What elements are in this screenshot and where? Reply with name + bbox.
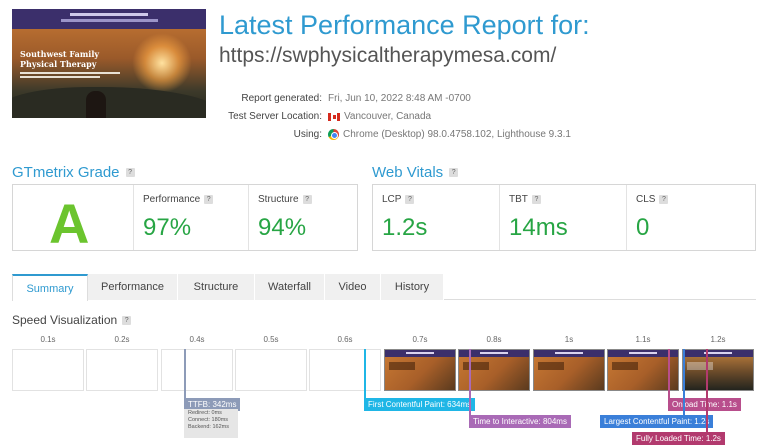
report-tabs: Summary Performance Structure Waterfall …: [12, 274, 756, 301]
gtmetrix-grade-heading: GTmetrix Grade ?: [12, 164, 135, 181]
tbt-value: 14ms: [509, 214, 568, 241]
web-vitals-panel: LCP? 1.2s TBT? 14ms CLS? 0: [372, 184, 756, 251]
meta-value: Fri, Jun 10, 2022 8:48 AM -0700: [328, 93, 471, 104]
tab-performance[interactable]: Performance: [88, 274, 178, 300]
filmstrip-frame[interactable]: [309, 349, 381, 391]
gtmetrix-grade-panel: A Performance? 97% Structure? 94%: [12, 184, 358, 255]
canada-flag-icon: [328, 112, 340, 121]
thumbnail-headline: Southwest Family Physical Therapy: [20, 49, 100, 69]
fcp-marker-line: [364, 349, 366, 399]
meta-label: Using:: [293, 129, 322, 140]
onload-marker-line: [668, 349, 670, 399]
meta-value: Vancouver, Canada: [344, 111, 432, 122]
tab-video[interactable]: Video: [325, 274, 381, 300]
help-icon[interactable]: ?: [449, 168, 459, 177]
tti-marker-line: [469, 349, 471, 416]
timeline-ticks: 0.1s 0.2s 0.4s 0.5s 0.6s 0.7s 0.8s 1s 1.…: [12, 335, 756, 347]
timeline-tick: 1.2s: [710, 335, 726, 344]
tti-marker[interactable]: Time to Interactive: 804ms: [469, 415, 571, 428]
structure-label: Structure: [258, 194, 299, 205]
performance-label: Performance: [143, 194, 201, 205]
ttfb-breakdown: Redirect: 0ms Connect: 180ms Backend: 16…: [184, 409, 238, 438]
timeline-tick: 0.1s: [40, 335, 56, 344]
structure-cell: Structure? 94%: [249, 185, 357, 250]
timeline-tick: 0.8s: [486, 335, 502, 344]
filmstrip-frame[interactable]: [384, 349, 456, 391]
ttfb-marker-line: [184, 349, 186, 399]
filmstrip-frame[interactable]: [161, 349, 233, 391]
filmstrip-frame[interactable]: [86, 349, 158, 391]
timeline-tick: 0.2s: [114, 335, 130, 344]
help-icon[interactable]: ?: [659, 195, 669, 204]
timeline-tick: 0.6s: [337, 335, 353, 344]
help-icon[interactable]: ?: [125, 168, 135, 177]
lcp-label: LCP: [382, 194, 402, 205]
timeline-tick: 0.4s: [189, 335, 205, 344]
timeline-tick: 1.1s: [635, 335, 651, 344]
thumbnail-person: [86, 91, 106, 118]
meta-label: Test Server Location:: [228, 111, 322, 122]
filmstrip-frame[interactable]: [682, 349, 754, 391]
timeline-tick: 0.5s: [263, 335, 279, 344]
web-vitals-heading: Web Vitals ?: [372, 164, 459, 181]
cls-label: CLS: [636, 194, 656, 205]
lcp-cell: LCP? 1.2s: [373, 185, 500, 250]
cls-value: 0: [636, 214, 650, 241]
filmstrip-frame[interactable]: [235, 349, 307, 391]
lcp-marker[interactable]: Largest Contentful Paint: 1.2s: [600, 415, 714, 428]
fully-loaded-marker-line: [706, 349, 708, 433]
page-title: Latest Performance Report for:: [219, 10, 590, 40]
filmstrip: [12, 349, 756, 391]
tab-history[interactable]: History: [381, 274, 444, 300]
tbt-cell: TBT? 14ms: [500, 185, 627, 250]
help-icon[interactable]: ?: [405, 195, 415, 204]
structure-value: 94%: [258, 214, 307, 241]
grade-letter: A: [49, 192, 90, 255]
chrome-icon: [328, 129, 339, 140]
lcp-value: 1.2s: [382, 214, 428, 241]
lcp-marker-line: [683, 349, 685, 416]
tab-structure[interactable]: Structure: [178, 274, 255, 300]
filmstrip-frame[interactable]: [12, 349, 84, 391]
tab-summary[interactable]: Summary: [12, 274, 88, 301]
performance-cell: Performance? 97%: [134, 185, 249, 250]
meta-label: Report generated:: [241, 93, 322, 104]
help-icon[interactable]: ?: [122, 315, 132, 325]
site-thumbnail: Southwest Family Physical Therapy: [12, 9, 206, 118]
grade-cell: A: [13, 185, 134, 255]
meta-value: Chrome (Desktop) 98.0.4758.102, Lighthou…: [343, 129, 571, 140]
thumbnail-nav: [12, 9, 206, 29]
fcp-marker[interactable]: First Contentful Paint: 634ms: [364, 398, 476, 411]
timeline-tick: 0.7s: [412, 335, 428, 344]
help-icon[interactable]: ?: [531, 195, 541, 204]
tbt-label: TBT: [509, 194, 528, 205]
help-icon[interactable]: ?: [302, 195, 312, 204]
tab-waterfall[interactable]: Waterfall: [255, 274, 325, 300]
help-icon[interactable]: ?: [204, 195, 214, 204]
filmstrip-frame[interactable]: [533, 349, 605, 391]
speed-visualization-heading: Speed Visualization ?: [12, 313, 132, 327]
cls-cell: CLS? 0: [627, 185, 755, 250]
timeline-tick: 1s: [564, 335, 574, 344]
onload-marker[interactable]: Onload Time: 1.1s: [668, 398, 741, 411]
fully-loaded-marker[interactable]: Fully Loaded Time: 1.2s: [632, 432, 725, 445]
report-url[interactable]: https://swphysicaltherapymesa.com/: [219, 44, 556, 68]
performance-value: 97%: [143, 214, 192, 241]
